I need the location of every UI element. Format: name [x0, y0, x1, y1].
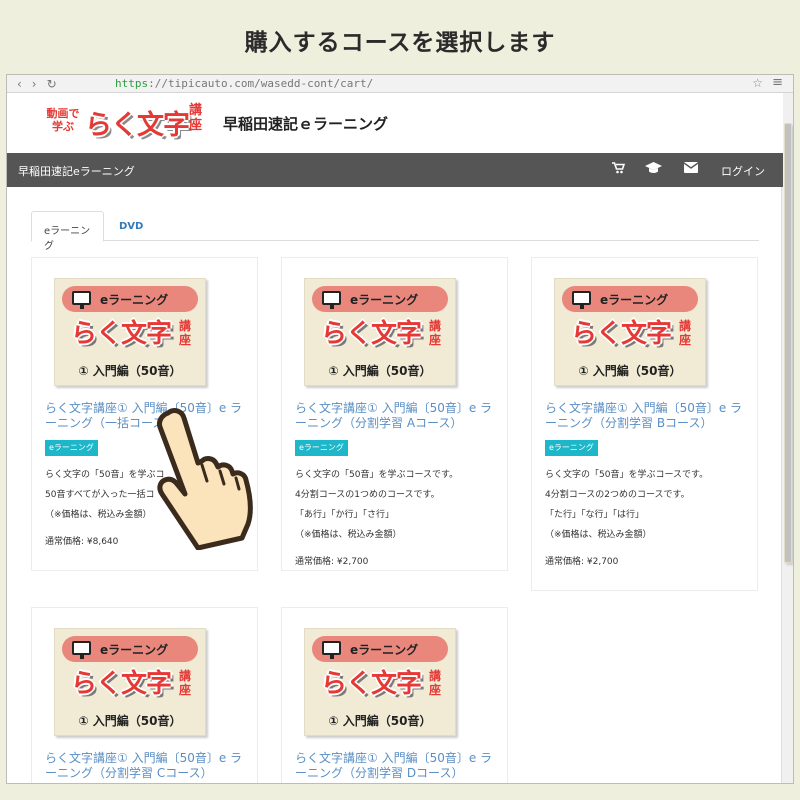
site-logo[interactable]: 動画で学ぶ らく文字 講座 — [43, 103, 213, 147]
monitor-icon — [72, 641, 91, 659]
product-price: 通常価格: ¥2,700 — [545, 557, 619, 567]
monitor-icon — [322, 641, 341, 659]
browser-menu-icon[interactable]: ≡ — [772, 75, 783, 90]
product-title-link[interactable]: らく文字講座① 入門編〔50音〕e ラーニング（分割学習 Dコース） — [295, 751, 495, 781]
graduation-cap-icon[interactable] — [645, 162, 662, 178]
product-title-link[interactable]: らく文字講座① 入門編〔50音〕e ラーニング（分割学習 Cコース） — [45, 751, 245, 781]
product-price: 通常価格: ¥8,640 — [45, 537, 119, 547]
type-badge: eラーニング — [45, 440, 98, 456]
product-thumbnail[interactable]: eラーニング らく文字 講座 ① 入門編（50音） — [554, 278, 706, 386]
browser-nav-icons[interactable]: ‹›↻ — [17, 77, 67, 91]
bookmark-star-icon[interactable]: ☆ — [752, 76, 763, 90]
product-description: らく文字の「50音」を学ぶコースです。 4分割コースの1つめのコースです。 「あ… — [295, 470, 459, 540]
product-thumbnail[interactable]: eラーニング らく文字 講座 ① 入門編（50音） — [54, 278, 206, 386]
type-badge: eラーニング — [545, 440, 598, 456]
product-tabs: eラーニング DVD — [31, 211, 759, 252]
cart-icon[interactable] — [612, 162, 626, 178]
product-card[interactable]: eラーニング らく文字 講座 ① 入門編（50音） らく文字講座① 入門編〔50… — [281, 607, 508, 783]
product-thumbnail[interactable]: eラーニング らく文字 講座 ① 入門編（50音） — [304, 628, 456, 736]
pointing-hand-icon — [157, 408, 253, 550]
address-bar[interactable]: https://tipicauto.com/wasedd-cont/cart/ — [115, 77, 373, 90]
monitor-icon — [72, 291, 91, 309]
product-description: らく文字の「50音」を学ぶコースです。 4分割コースの2つめのコースです。 「た… — [545, 470, 709, 540]
product-thumbnail[interactable]: eラーニング らく文字 講座 ① 入門編（50音） — [304, 278, 456, 386]
product-card[interactable]: eラーニング らく文字 講座 ① 入門編（50音） らく文字講座① 入門編〔50… — [531, 257, 758, 591]
browser-window: ‹›↻ https://tipicauto.com/wasedd-cont/ca… — [6, 74, 794, 784]
login-link[interactable]: ログイン — [721, 163, 765, 179]
product-title-link[interactable]: らく文字講座① 入門編〔50音〕e ラーニング（分割学習 Aコース） — [295, 401, 495, 431]
product-card[interactable]: eラーニング らく文字 講座 ① 入門編（50音） らく文字講座① 入門編〔50… — [31, 607, 258, 783]
site-header: 動画で学ぶ らく文字 講座 早稲田速記ｅラーニング — [7, 93, 783, 153]
product-title-link[interactable]: らく文字講座① 入門編〔50音〕e ラーニング（分割学習 Bコース） — [545, 401, 745, 431]
product-price: 通常価格: ¥2,700 — [295, 557, 369, 567]
site-name: 早稲田速記ｅラーニング — [223, 115, 389, 133]
tab-elearning[interactable]: eラーニング — [31, 211, 104, 252]
page-caption: 購入するコースを選択します — [244, 30, 556, 56]
type-badge: eラーニング — [295, 440, 348, 456]
product-card[interactable]: eラーニング らく文字 講座 ① 入門編（50音） らく文字講座① 入門編〔50… — [281, 257, 508, 571]
top-navbar: 早稲田速記eラーニング ログイン — [7, 153, 783, 187]
browser-toolbar: ‹›↻ https://tipicauto.com/wasedd-cont/ca… — [7, 75, 793, 93]
navbar-brand[interactable]: 早稲田速記eラーニング — [18, 163, 135, 179]
tab-dvd[interactable]: DVD — [107, 211, 155, 242]
scrollbar[interactable] — [781, 93, 793, 783]
envelope-icon[interactable] — [683, 162, 699, 177]
product-thumbnail[interactable]: eラーニング らく文字 講座 ① 入門編（50音） — [54, 628, 206, 736]
monitor-icon — [322, 291, 341, 309]
monitor-icon — [572, 291, 591, 309]
